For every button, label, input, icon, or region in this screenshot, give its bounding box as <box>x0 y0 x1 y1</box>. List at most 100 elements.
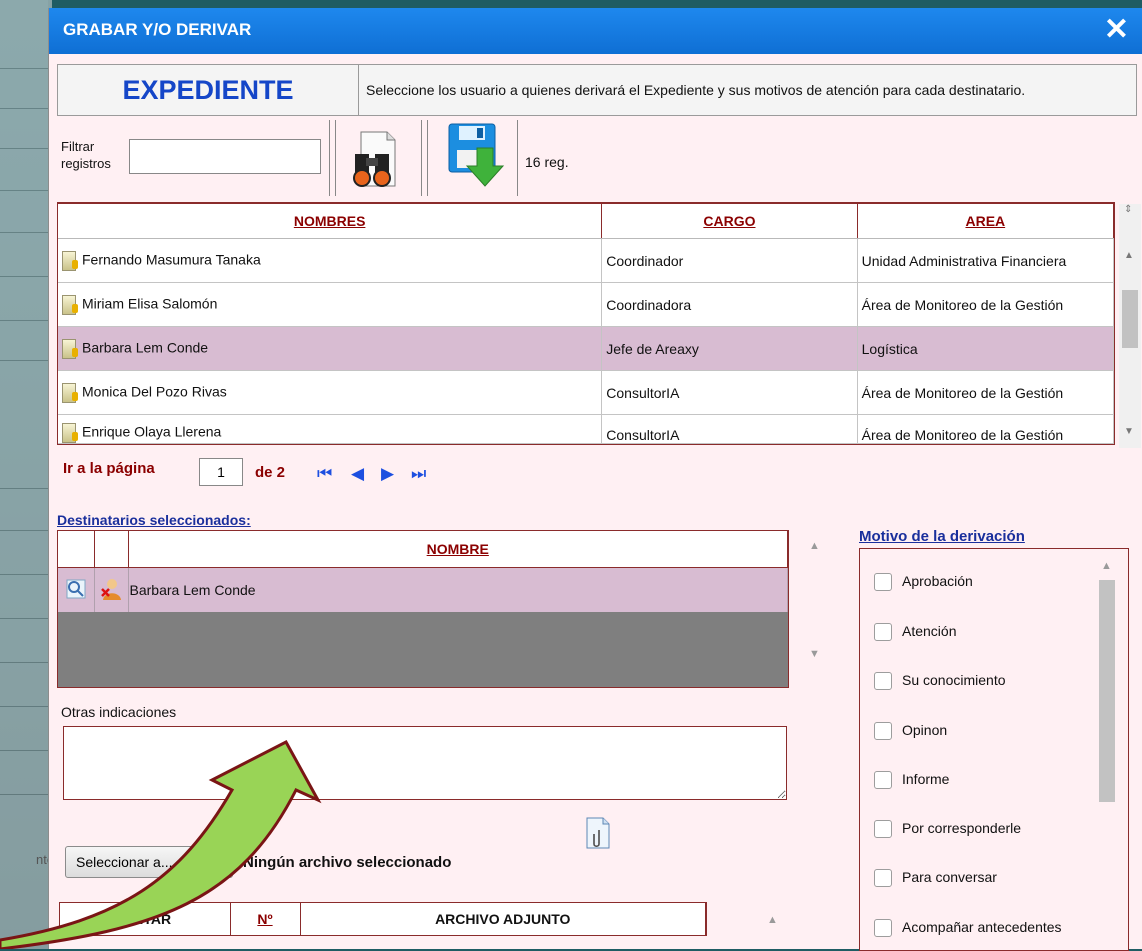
dialog-title: GRABAR Y/O DERIVAR <box>63 20 252 39</box>
users-grid: NOMBRES CARGO AREA Fernando Masumura Tan… <box>57 202 1115 445</box>
motivo-list: Aprobación Atención Su conocimiento Opin… <box>859 548 1129 951</box>
motivo-option[interactable]: Opinon <box>874 722 947 741</box>
record-count: 16 reg. <box>525 154 569 170</box>
checkbox[interactable] <box>874 623 892 642</box>
table-row[interactable]: Fernando Masumura Tanaka Coordinador Uni… <box>58 238 1115 283</box>
prev-page-icon[interactable]: ◀ <box>351 464 364 484</box>
select-user-icon[interactable] <box>62 338 78 359</box>
user-cell <box>94 567 129 612</box>
first-page-icon[interactable]: ⏮ <box>317 464 332 484</box>
scroll-down-icon[interactable]: ▼ <box>1124 426 1134 437</box>
attach-document-icon[interactable] <box>585 816 611 853</box>
cargo-cell: Coordinadora <box>601 282 858 327</box>
motivo-scrollbar[interactable]: ▲ <box>1097 554 1117 949</box>
select-user-icon[interactable] <box>62 250 78 271</box>
table-row[interactable]: Miriam Elisa Salomón Coordinadora Área d… <box>58 282 1115 327</box>
filter-label: Filtrar registros <box>61 139 111 171</box>
dialog-titlebar: GRABAR Y/O DERIVAR ✕ <box>49 8 1142 54</box>
last-page-icon[interactable]: ⏭ <box>411 464 426 484</box>
instructions-text: Seleccione los usuario a quienes derivar… <box>366 82 1026 98</box>
toolbar-divider <box>335 120 336 196</box>
select-file-button[interactable]: Seleccionar a... <box>65 846 233 878</box>
area-cell: Logística <box>857 326 1115 371</box>
checkbox[interactable] <box>874 869 892 888</box>
filter-input[interactable] <box>129 139 321 174</box>
remove-user-icon[interactable] <box>100 578 122 604</box>
motivo-option[interactable]: Aprobación <box>874 573 973 592</box>
area-cell: Área de Monitoreo de la Gestión <box>857 414 1115 444</box>
motivo-option[interactable]: Por corresponderle <box>874 820 1021 839</box>
pager-label: Ir a la página <box>63 460 155 477</box>
column-header-area[interactable]: AREA <box>857 204 1115 239</box>
cargo-cell: ConsultorIA <box>601 414 858 444</box>
derivar-dialog: GRABAR Y/O DERIVAR ✕ EXPEDIENTE Seleccio… <box>48 8 1142 951</box>
select-user-icon[interactable] <box>62 423 78 443</box>
checkbox[interactable] <box>874 771 892 790</box>
scroll-down-icon[interactable]: ▼ <box>809 648 820 660</box>
name-cell: Monica Del Pozo Rivas <box>58 370 603 415</box>
toolbar-divider <box>329 120 330 196</box>
table-row-selected[interactable]: Barbara Lem Conde Jefe de Areaxy Logísti… <box>58 326 1115 371</box>
page-total: de 2 <box>255 464 286 481</box>
name-cell: Fernando Masumura Tanaka <box>58 238 603 283</box>
grid-scrollbar[interactable]: ⇕ ▲ ▼ <box>1119 204 1141 448</box>
select-user-icon[interactable] <box>62 294 78 315</box>
next-page-icon[interactable]: ▶ <box>381 464 394 484</box>
column-header-quitar: QUITAR <box>60 903 231 935</box>
background-app <box>0 0 52 949</box>
area-cell: Área de Monitoreo de la Gestión <box>857 370 1115 415</box>
motivo-option[interactable]: Para conversar <box>874 869 997 888</box>
cargo-cell: Coordinador <box>601 238 858 283</box>
view-cell <box>58 567 95 612</box>
table-row[interactable]: Enrique Olaya Llerena ConsultorIA Área d… <box>58 414 1115 444</box>
save-download-icon[interactable] <box>447 122 505 193</box>
motivo-option[interactable]: Atención <box>874 623 956 642</box>
toolbar-divider <box>517 120 518 196</box>
expediente-header: EXPEDIENTE Seleccione los usuario a quie… <box>57 64 1137 116</box>
name-cell: Enrique Olaya Llerena <box>58 414 603 444</box>
table-row[interactable]: Barbara Lem Conde <box>58 567 788 612</box>
expediente-title: EXPEDIENTE <box>58 65 359 115</box>
checkbox[interactable] <box>874 820 892 839</box>
name-cell: Barbara Lem Conde <box>58 326 603 371</box>
scroll-up-icon[interactable]: ▲ <box>767 914 778 926</box>
scroll-thumb[interactable] <box>1122 290 1138 348</box>
area-cell: Área de Monitoreo de la Gestión <box>857 282 1115 327</box>
destinatario-name-cell: Barbara Lem Conde <box>128 567 788 612</box>
checkbox[interactable] <box>874 722 892 741</box>
checkbox[interactable] <box>874 573 892 592</box>
name-cell: Miriam Elisa Salomón <box>58 282 603 327</box>
attachments-grid: QUITAR Nº ARCHIVO ADJUNTO <box>59 902 707 936</box>
scroll-top-icon[interactable]: ⇕ <box>1124 204 1132 215</box>
otras-indicaciones-textarea[interactable] <box>63 726 787 800</box>
column-header-user <box>94 531 129 568</box>
scroll-up-icon[interactable]: ▲ <box>1124 250 1134 261</box>
destinatarios-grid: NOMBRE Barbara Lem Conde <box>57 530 789 688</box>
checkbox[interactable] <box>874 919 892 938</box>
motivo-option[interactable]: Informe <box>874 771 949 790</box>
toolbar-divider <box>427 120 428 196</box>
select-user-icon[interactable] <box>62 382 78 403</box>
page-number-input[interactable] <box>199 458 243 486</box>
motivo-option[interactable]: Su conocimiento <box>874 672 1006 691</box>
column-header-archivo: ARCHIVO ADJUNTO <box>300 903 706 935</box>
column-header-nombre[interactable]: NOMBRE <box>128 531 788 568</box>
search-binoculars-icon[interactable] <box>347 128 409 193</box>
toolbar-divider <box>421 120 422 196</box>
motivo-label: Motivo de la derivación <box>859 528 1025 545</box>
motivo-option[interactable]: Acompañar antecedentes <box>874 919 1062 938</box>
scroll-up-icon[interactable]: ▲ <box>809 540 820 552</box>
destinatarios-label: Destinatarios seleccionados: <box>57 512 251 528</box>
column-header-nombres[interactable]: NOMBRES <box>58 204 603 239</box>
cargo-cell: ConsultorIA <box>601 370 858 415</box>
close-icon[interactable]: ✕ <box>1104 12 1129 47</box>
scroll-thumb[interactable] <box>1099 580 1115 802</box>
column-header-numero[interactable]: Nº <box>230 903 301 935</box>
table-row[interactable]: Monica Del Pozo Rivas ConsultorIA Área d… <box>58 370 1115 415</box>
column-header-cargo[interactable]: CARGO <box>601 204 858 239</box>
otras-indicaciones-label: Otras indicaciones <box>61 704 177 720</box>
column-header-view <box>58 531 95 568</box>
checkbox[interactable] <box>874 672 892 691</box>
scroll-up-icon[interactable]: ▲ <box>1101 560 1112 572</box>
magnifier-icon[interactable] <box>66 579 86 602</box>
